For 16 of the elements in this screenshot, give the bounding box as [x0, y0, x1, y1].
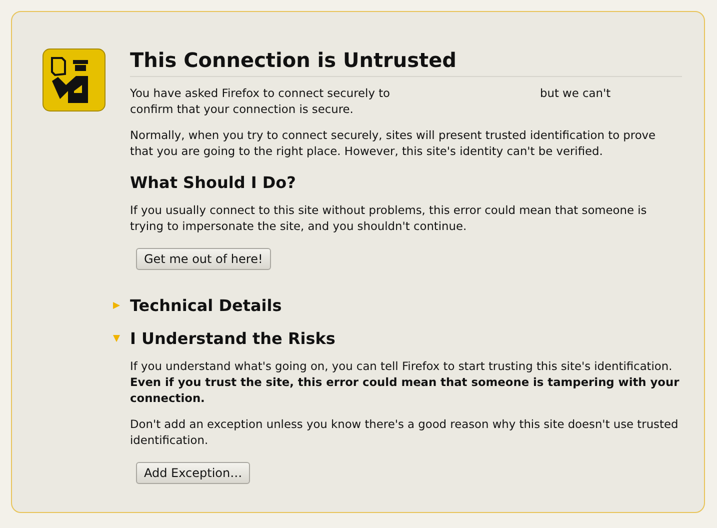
- explanation-text: Normally, when you try to connect securely, sites will present trusted identification to prove that you are going to the right place. However, this site's identity can't be verified.: [130, 127, 657, 159]
- add-exception-button[interactable]: Add Exception…: [136, 462, 250, 484]
- risk-text: If you understand what's going on, you can tell Firefox to start trusting this site's identification. Even if you trust the site, this error could mean that someone is tampering with your connection.: [130, 358, 680, 406]
- section-heading: What Should I Do?: [130, 173, 297, 192]
- section-toggle[interactable]: Technical Details: [130, 296, 282, 315]
- advice-text: If you usually connect to this site without problems, this error could mean that someone is trying to impersonate the site, and you shouldn't continue.: [130, 202, 648, 234]
- officer-icon: [42, 48, 106, 112]
- intro-text: You have asked Firefox to connect securely to: [130, 85, 390, 101]
- intro-text-end: but we can't: [540, 85, 611, 101]
- page-title: This Connection is Untrusted: [130, 48, 682, 77]
- intro-text-continued: confirm that your connection is secure.: [130, 101, 354, 117]
- section-toggle[interactable]: I Understand the Risks: [130, 329, 336, 348]
- caret-down-icon[interactable]: [112, 334, 121, 343]
- risk-text: Don't add an exception unless you know there's a good reason why this site doesn't use trusted identification.: [130, 416, 680, 448]
- caret-right-icon[interactable]: [112, 301, 121, 310]
- get-out-button[interactable]: Get me out of here!: [136, 248, 271, 270]
